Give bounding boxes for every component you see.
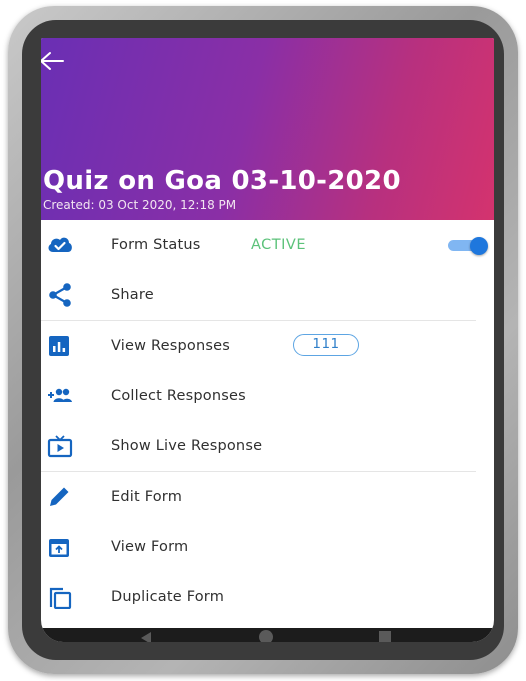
- pencil-icon: [50, 487, 69, 506]
- menu-item-collect-responses[interactable]: Collect Responses: [41, 371, 494, 421]
- responses-count-badge: 111: [293, 334, 359, 356]
- collect-responses-label: Collect Responses: [111, 388, 246, 404]
- menu-item-form-status[interactable]: Form Status ACTIVE: [41, 220, 494, 270]
- view-responses-label: View Responses: [111, 338, 231, 354]
- nav-home-icon[interactable]: [259, 630, 273, 642]
- menu-item-show-live-response[interactable]: Show Live Response: [41, 421, 494, 471]
- menu-item-duplicate-form[interactable]: Duplicate Form: [41, 572, 494, 622]
- form-actions-menu: Form Status ACTIVE Share View Responses …: [41, 220, 494, 622]
- form-header: Quiz on Goa 03-10-2020 Created: 03 Oct 2…: [41, 38, 494, 220]
- app-screen: Quiz on Goa 03-10-2020 Created: 03 Oct 2…: [41, 38, 494, 642]
- page-title: Quiz on Goa 03-10-2020: [43, 166, 401, 196]
- live-tv-icon: [47, 435, 73, 458]
- nav-back-icon[interactable]: [139, 631, 153, 642]
- menu-item-view-form[interactable]: View Form: [41, 522, 494, 572]
- duplicate-form-label: Duplicate Form: [111, 589, 225, 605]
- share-label: Share: [111, 287, 154, 303]
- show-live-response-label: Show Live Response: [111, 438, 263, 454]
- duplicate-icon: [49, 587, 72, 609]
- open-in-box-icon: [49, 539, 69, 557]
- back-arrow-icon[interactable]: [41, 51, 67, 71]
- form-status-toggle[interactable]: [446, 237, 490, 255]
- system-nav-bar: [41, 628, 494, 642]
- edit-form-label: Edit Form: [111, 489, 183, 505]
- share-icon: [49, 283, 71, 307]
- bar-chart-icon: [49, 336, 69, 356]
- status-badge: ACTIVE: [251, 237, 307, 253]
- add-group-icon: [48, 388, 72, 402]
- menu-item-edit-form[interactable]: Edit Form: [41, 472, 494, 522]
- menu-item-share[interactable]: Share: [41, 270, 494, 320]
- nav-recent-apps-icon[interactable]: [379, 631, 391, 642]
- cloud-check-icon: [48, 237, 72, 252]
- created-timestamp: Created: 03 Oct 2020, 12:18 PM: [43, 198, 237, 212]
- menu-item-view-responses[interactable]: View Responses 111: [41, 321, 494, 371]
- view-form-label: View Form: [111, 539, 189, 555]
- toggle-knob: [470, 237, 488, 255]
- form-status-label: Form Status: [111, 237, 201, 253]
